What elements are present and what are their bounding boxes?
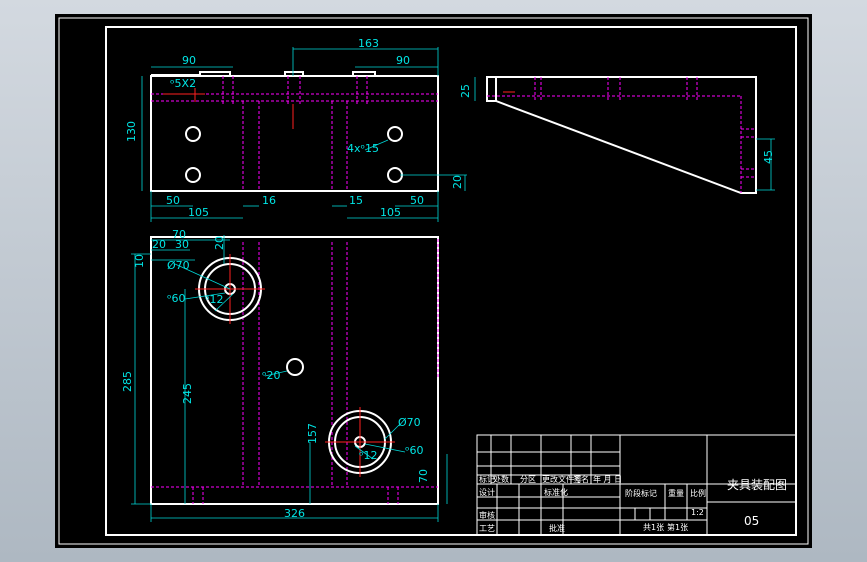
- dim-16: 16: [262, 194, 276, 207]
- hole-top-left: [185, 126, 201, 142]
- dim-phi60-bottom: ᵒ60: [405, 444, 424, 457]
- drawing-sheet: 90 163 90 ᵒ5X2 130 4xᵒ15 50 105 16 15 10…: [55, 14, 812, 548]
- top-view: 90 163 90 ᵒ5X2 130 4xᵒ15 50 105 16 15 10…: [125, 37, 467, 222]
- tb-approve: 批准: [549, 523, 565, 533]
- tb-label-zone: 分区: [520, 475, 536, 484]
- dim-105-right: 105: [380, 206, 401, 219]
- tb-ratio: 比例: [690, 488, 706, 498]
- dim-phi12-top: ᵒ12: [205, 293, 224, 306]
- dim-163: 163: [358, 37, 379, 50]
- dim-30: 30: [175, 238, 189, 251]
- front-view-outline: [150, 236, 439, 505]
- tb-weight: 重量: [668, 488, 684, 498]
- tb-stage-mark: 阶段标记: [625, 488, 657, 498]
- hole-bottom-right: [387, 167, 403, 183]
- dim-90-right: 90: [396, 54, 410, 67]
- dim-20: 20: [451, 175, 464, 189]
- tb-label-date: 年 月 日: [593, 474, 622, 484]
- dim-phi20: ᵒ20: [262, 369, 281, 382]
- tb-process: 工艺: [479, 524, 495, 533]
- hole-bottom-left: [185, 167, 201, 183]
- tb-standardization: 标准化: [544, 487, 568, 497]
- tb-label-count: 处数: [493, 474, 509, 484]
- dim-15: 15: [349, 194, 363, 207]
- top-view-outline: [150, 75, 439, 192]
- dim-130: 130: [125, 121, 138, 142]
- tb-sheet-no: 第1张: [667, 522, 688, 532]
- dim-10: 10: [133, 254, 146, 268]
- inner-frame: [105, 26, 797, 536]
- dim-phi60-top: ᵒ60: [167, 292, 186, 305]
- dim-285: 285: [121, 371, 134, 392]
- dim-phi70-top: Ø70: [167, 259, 190, 272]
- hole-phi20: [286, 358, 304, 376]
- dim-326: 326: [284, 507, 305, 520]
- front-view: 70 20 30 20 10 Ø70 ᵒ60 ᵒ12 285 ᵒ20 245 1…: [121, 228, 448, 522]
- dim-45: 45: [762, 150, 775, 164]
- tb-label-sign: 签名: [573, 474, 589, 484]
- dim-50-right: 50: [410, 194, 424, 207]
- hole-top-right: [387, 126, 403, 142]
- dim-25: 25: [459, 84, 472, 98]
- dim-70-right: 70: [417, 469, 430, 483]
- dim-105-left: 105: [188, 206, 209, 219]
- drawing-title: 夹具装配图: [727, 478, 787, 492]
- hole-spec-4x15: 4xᵒ15: [347, 142, 379, 155]
- dim-90-left: 90: [182, 54, 196, 67]
- side-view-outline: [486, 76, 757, 194]
- side-view: 25 45: [459, 76, 775, 194]
- dim-phi70-bottom: Ø70: [398, 416, 421, 429]
- title-block: 标记 处数 分区 更改文件号 签名 年 月 日 设计 标准化 审核 工艺 批准 …: [476, 434, 797, 536]
- cad-viewport[interactable]: 90 163 90 ᵒ5X2 130 4xᵒ15 50 105 16 15 10…: [0, 0, 867, 562]
- tb-design: 设计: [479, 487, 495, 497]
- outer-frame: [58, 17, 809, 545]
- hole-spec-5x2: ᵒ5X2: [170, 77, 196, 90]
- dim-20-b: 20: [213, 236, 226, 250]
- tb-review: 审核: [479, 510, 495, 520]
- tb-scale-value: 1:2: [691, 508, 704, 517]
- dim-20-a: 20: [152, 238, 166, 251]
- drawing-number: 05: [744, 514, 759, 528]
- tb-sheets: 共1张: [643, 523, 664, 532]
- dim-50-left: 50: [166, 194, 180, 207]
- dim-phi12-bottom: ᵒ12: [359, 449, 378, 462]
- drawing-canvas: 90 163 90 ᵒ5X2 130 4xᵒ15 50 105 16 15 10…: [58, 17, 809, 545]
- dim-157: 157: [306, 423, 319, 444]
- dim-245: 245: [181, 383, 194, 404]
